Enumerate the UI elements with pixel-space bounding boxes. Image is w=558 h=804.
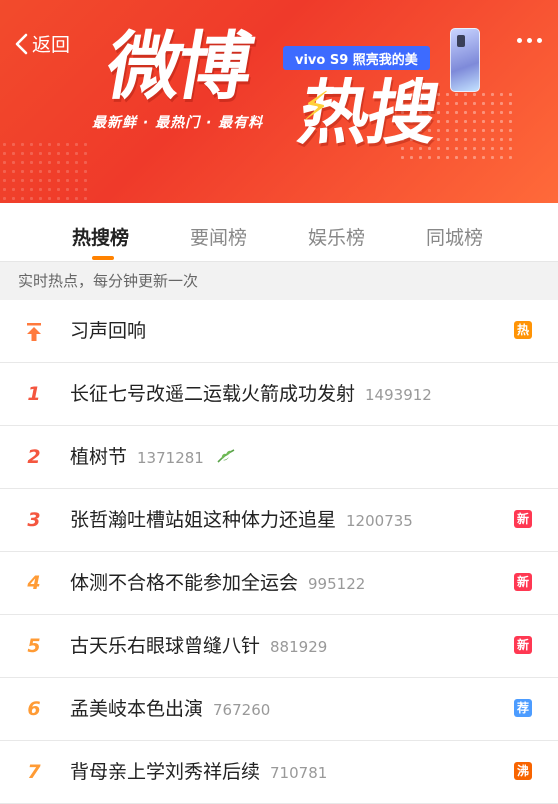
back-button[interactable]: 返回 [14, 30, 70, 57]
banner-header: 返回 微博 热搜 ⚡ 最新鲜 · 最热门 · 最有料 vivo S9 照亮我的美 [0, 0, 558, 203]
list-item[interactable]: 6 孟美岐本色出演 767260 荐 [0, 678, 558, 741]
tab-news[interactable]: 要闻榜 [190, 223, 247, 250]
hot-search-list: 习声回响 热 1 长征七号改遥二运载火箭成功发射 1493912 2 植树节 137… [0, 300, 558, 804]
list-item[interactable]: 4 体测不合格不能参加全运会 995122 新 [0, 552, 558, 615]
list-item[interactable]: 1 长征七号改遥二运载火箭成功发射 1493912 [0, 363, 558, 426]
topic-title: 习声回响 [70, 320, 147, 342]
rank-number: 2 [27, 446, 41, 468]
rank-number: 5 [27, 635, 41, 657]
dot-pattern-left [0, 140, 90, 200]
list-item[interactable]: 3 张哲瀚吐槽站姐这种体力还追星 1200735 新 [0, 489, 558, 552]
topic-title: 体测不合格不能参加全运会 [70, 572, 299, 594]
heat-count: 710781 [270, 764, 328, 782]
lightning-icon: ⚡ [302, 84, 331, 130]
topic-title: 植树节 [70, 446, 128, 468]
heat-count: 1371281 [137, 449, 204, 467]
topic-title: 古天乐右眼球曾缝八针 [70, 635, 261, 657]
list-item-pinned[interactable]: 习声回响 热 [0, 300, 558, 363]
more-dot-icon [517, 38, 522, 43]
update-notice: 实时热点，每分钟更新一次 [0, 261, 558, 300]
tab-bar: 热搜榜 要闻榜 娱乐榜 同城榜 [0, 203, 558, 261]
weibo-logo-text: 微博 [100, 24, 256, 110]
tab-local[interactable]: 同城榜 [426, 223, 483, 250]
heat-count: 995122 [308, 575, 366, 593]
heat-count: 767260 [213, 701, 271, 719]
new-badge: 新 [514, 510, 532, 528]
active-tab-indicator [92, 256, 114, 260]
more-dot-icon [527, 38, 532, 43]
rank-number: 3 [27, 509, 41, 531]
rank-number: 7 [27, 761, 41, 783]
tab-entertainment[interactable]: 娱乐榜 [308, 223, 365, 250]
leaf-icon [216, 427, 236, 489]
heat-count: 881929 [270, 638, 328, 656]
rank-number: 4 [27, 572, 41, 594]
list-item[interactable]: 7 背母亲上学刘秀祥后续 710781 沸 [0, 741, 558, 804]
ad-banner[interactable]: vivo S9 照亮我的美 [283, 46, 430, 70]
recommend-badge: 荐 [514, 699, 532, 717]
phone-image [450, 28, 480, 92]
heat-count: 1493912 [365, 386, 432, 404]
banner-slogan: 最新鲜 · 最热门 · 最有料 [92, 115, 264, 131]
topic-title: 孟美岐本色出演 [70, 698, 204, 720]
hot-badge: 热 [514, 321, 532, 339]
more-options-button[interactable] [517, 38, 542, 43]
topic-title: 长征七号改遥二运载火箭成功发射 [70, 383, 356, 405]
list-item[interactable]: 5 古天乐右眼球曾缝八针 881929 新 [0, 615, 558, 678]
tab-hot-search[interactable]: 热搜榜 [72, 223, 129, 250]
more-dot-icon [537, 38, 542, 43]
new-badge: 新 [514, 636, 532, 654]
heat-count: 1200735 [346, 512, 413, 530]
rank-number: 6 [27, 698, 41, 720]
new-badge: 新 [514, 573, 532, 591]
topic-title: 张哲瀚吐槽站姐这种体力还追星 [70, 509, 337, 531]
chevron-left-icon [15, 33, 28, 54]
topic-title: 背母亲上学刘秀祥后续 [70, 761, 261, 783]
pinned-top-icon [20, 300, 48, 362]
rank-number: 1 [27, 383, 41, 405]
boiling-badge: 沸 [514, 762, 532, 780]
back-label: 返回 [32, 34, 71, 56]
list-item[interactable]: 2 植树节 1371281 [0, 426, 558, 489]
